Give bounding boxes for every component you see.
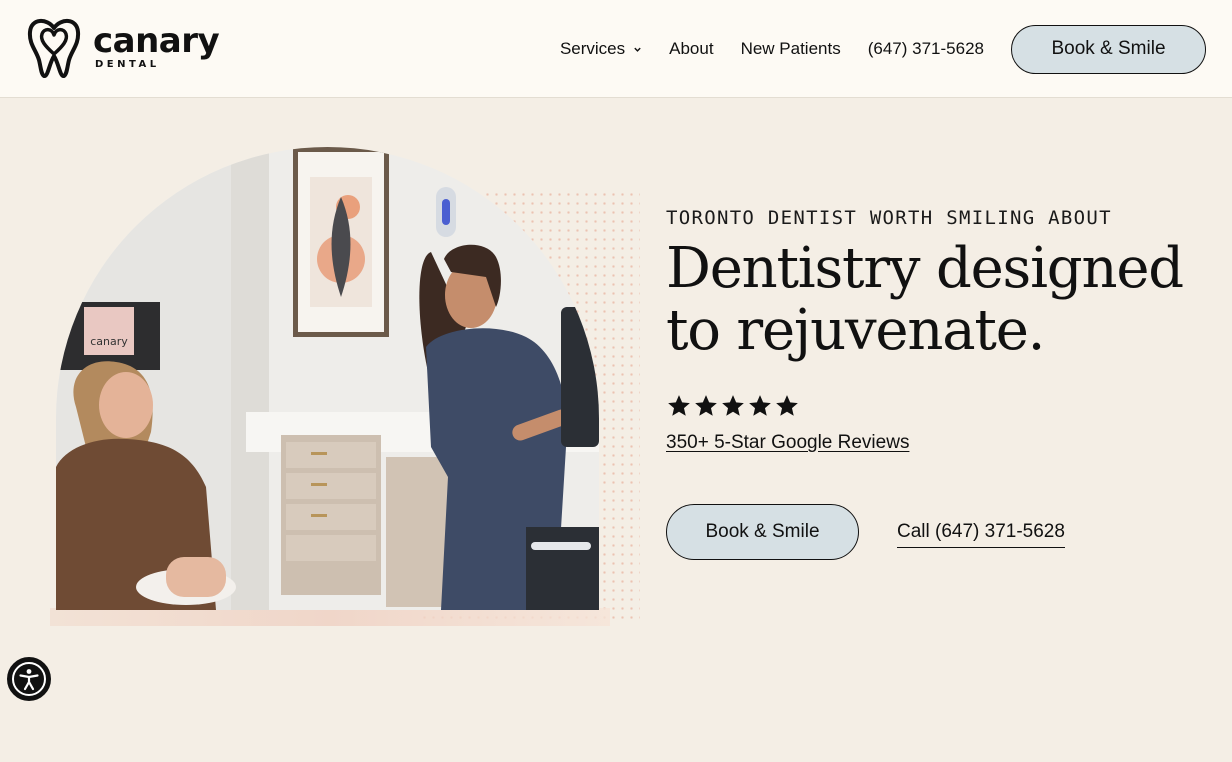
hero-book-button[interactable]: Book & Smile — [666, 504, 859, 560]
logo-wordmark: canary — [93, 21, 220, 61]
nav-services-label: Services — [559, 39, 626, 58]
chevron-down-icon — [634, 47, 641, 52]
header-book-button[interactable]: Book & Smile — [1011, 24, 1206, 74]
tooth-heart-icon — [27, 19, 81, 78]
logo-subtitle: DENTAL — [95, 59, 160, 70]
hero-eyebrow: TORONTO DENTIST WORTH SMILING ABOUT — [666, 207, 1112, 229]
accessibility-icon — [12, 662, 46, 696]
nav-phone[interactable]: (647) 371-5628 — [868, 39, 984, 59]
star-icon — [776, 395, 798, 416]
site-header: canary DENTAL Services About New Patient… — [0, 0, 1232, 98]
rating-stars — [666, 393, 800, 419]
monitor-logo-text: canary — [90, 335, 128, 348]
hero-headline: Dentistry designed to rejuvenate. — [666, 236, 1184, 363]
decorative-bottom-band — [50, 608, 610, 626]
hero-call-link[interactable]: Call (647) 371-5628 — [897, 521, 1065, 548]
main-nav: Services About New Patients (647) 371-56… — [560, 0, 1232, 98]
accessibility-button[interactable] — [7, 657, 51, 701]
google-reviews-link[interactable]: 350+ 5-Star Google Reviews — [666, 432, 909, 454]
star-icon — [749, 395, 771, 416]
nav-about[interactable]: About — [669, 39, 713, 59]
logo-link[interactable]: canary DENTAL — [27, 16, 220, 78]
star-icon — [722, 395, 744, 416]
star-icon — [695, 395, 717, 416]
nav-services[interactable]: Services — [560, 39, 642, 59]
star-icon — [668, 395, 690, 416]
nav-new-patients[interactable]: New Patients — [741, 39, 841, 59]
